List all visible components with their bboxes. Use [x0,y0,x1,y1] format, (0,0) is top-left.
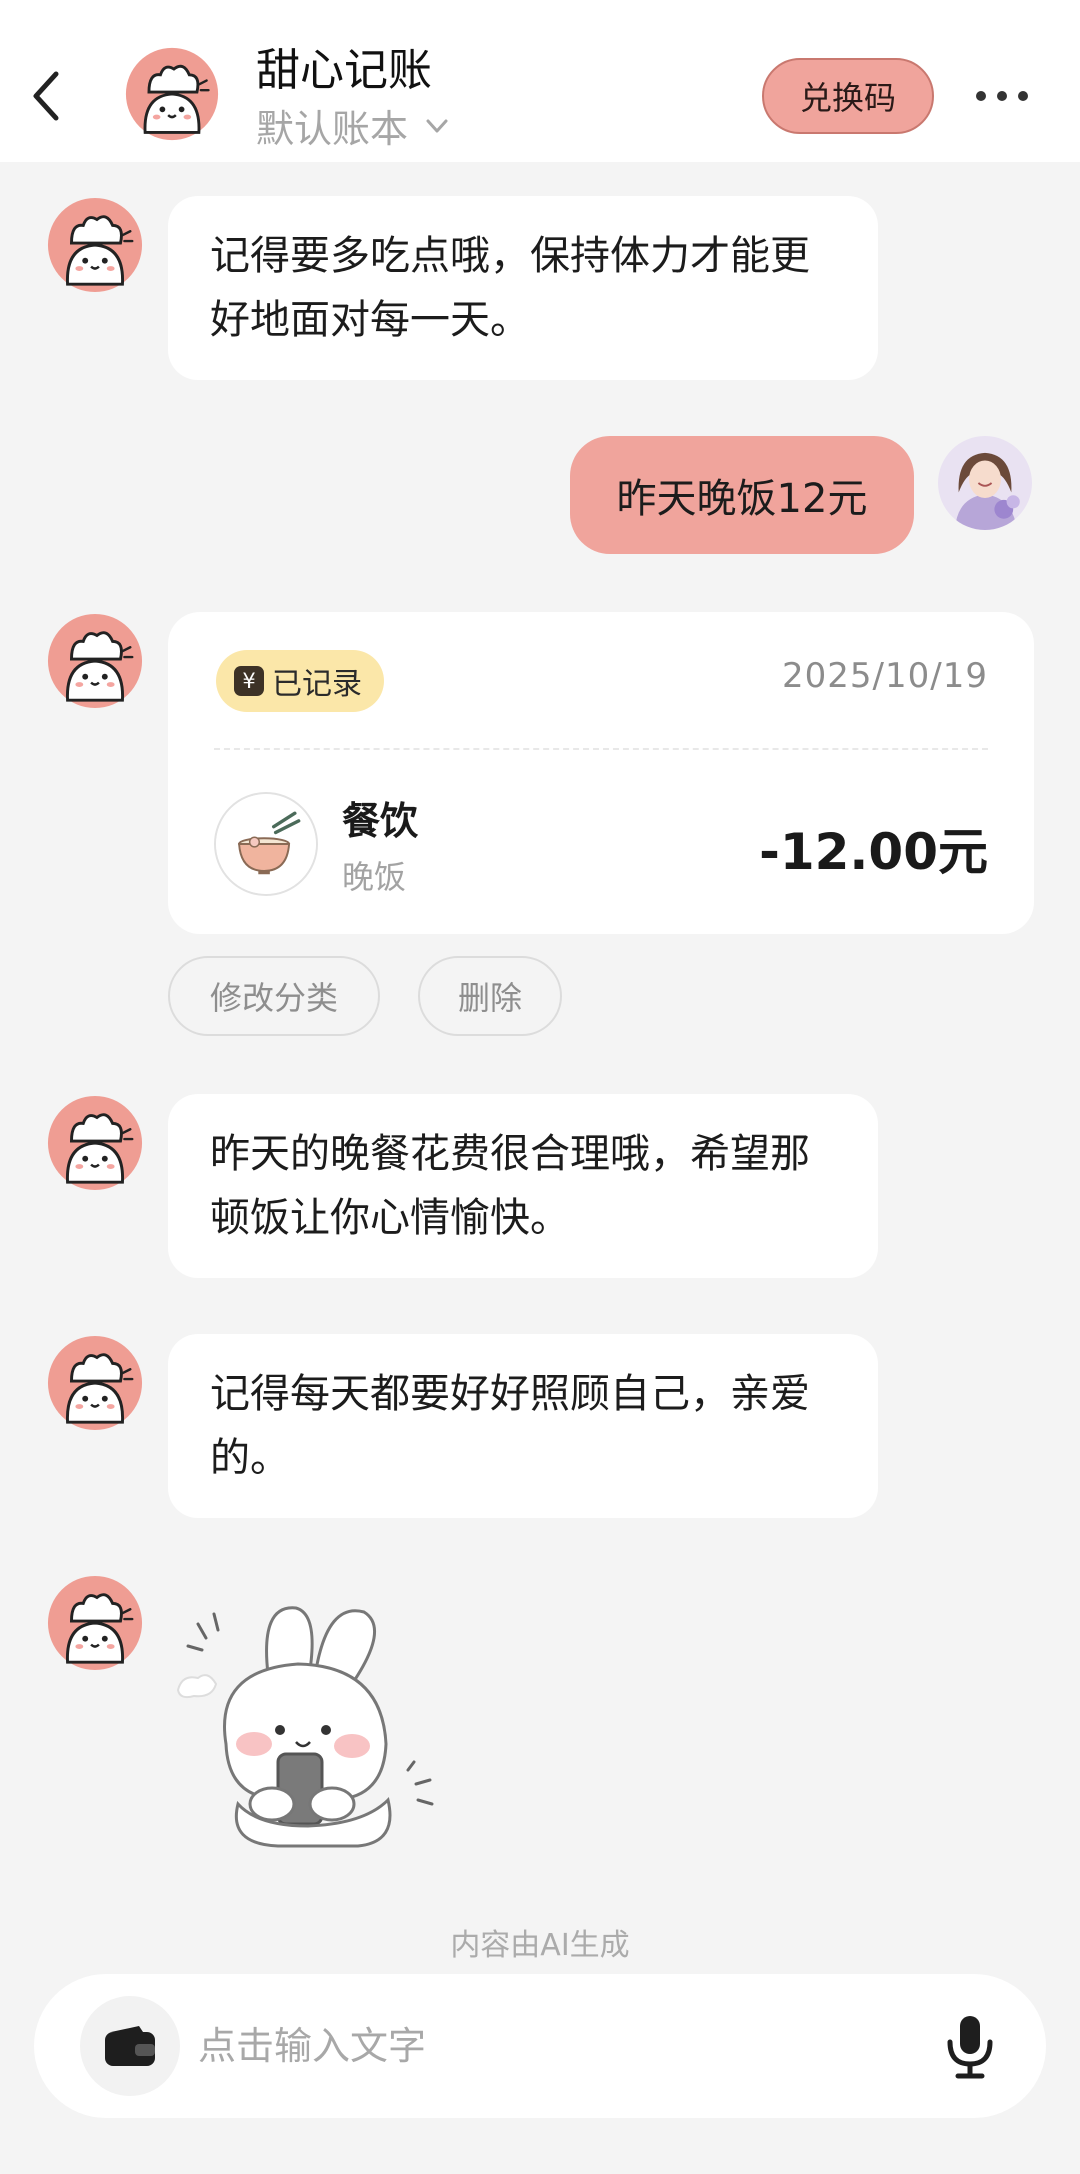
chef-mascot-icon [47,1335,143,1431]
noodle-bowl-icon [214,792,318,896]
chef-mascot-icon [125,47,219,141]
subcategory-name: 晚饭 [342,858,407,896]
microphone-button[interactable] [934,2010,1006,2082]
card-divider [214,748,988,750]
recorded-badge: ¥ 已记录 [216,650,384,712]
change-category-button[interactable]: 修改分类 [168,956,380,1036]
microphone-icon [947,2016,993,2079]
ai-generated-note: 内容由AI生成 [450,1928,630,1963]
app-title: 甜心记账 [256,45,432,96]
more-icon[interactable] [976,76,1028,116]
chevron-left-icon [33,71,59,121]
chef-mascot-icon [47,197,143,293]
wallet-button[interactable] [80,1996,180,2096]
bunny-phone-sticker[interactable] [168,1594,458,1858]
message-input[interactable] [198,2010,898,2082]
back-button[interactable] [22,60,70,132]
chat-header: 甜心记账 默认账本 兑换码 [0,0,1080,162]
chevron-down-icon [426,119,448,132]
yen-icon: ¥ [234,666,264,696]
account-book-selector[interactable]: 默认账本 [256,98,452,153]
record-date: 2025/10/19 [782,656,988,696]
account-book-label: 默认账本 [256,107,409,151]
chef-mascot-icon [47,613,143,709]
bot-message-bubble[interactable]: 昨天的晚餐花费很合理哦，希望那顿饭让你心情愉快。 [168,1094,878,1278]
user-avatar[interactable] [938,436,1032,530]
bot-message-bubble[interactable]: 记得每天都要好好照顾自己，亲爱的。 [168,1334,878,1518]
bot-message-bubble[interactable]: 记得要多吃点哦，保持体力才能更好地面对每一天。 [168,196,878,380]
chef-mascot-icon [47,1575,143,1671]
record-amount: -12.00元 [759,823,988,881]
bot-avatar[interactable] [46,1094,144,1192]
bot-avatar[interactable] [46,196,144,294]
wallet-icon [105,2026,155,2066]
recorded-badge-label: 已记录 [272,667,362,702]
user-photo-icon [938,436,1032,530]
app-avatar[interactable] [124,46,220,142]
bot-avatar[interactable] [46,1334,144,1432]
bot-avatar[interactable] [46,1574,144,1672]
user-message-bubble[interactable]: 昨天晚饭12元 [570,436,914,554]
message-input-bar [34,1974,1046,2118]
redeem-code-button[interactable]: 兑换码 [762,58,934,134]
delete-record-button[interactable]: 删除 [418,956,562,1036]
chef-mascot-icon [47,1095,143,1191]
bot-avatar[interactable] [46,612,144,710]
expense-record-card[interactable]: ¥ 已记录 2025/10/19 餐饮 晚饭 -12.00元 [168,612,1034,934]
bunny-sticker-icon [176,1606,434,1848]
category-name: 餐饮 [342,799,419,843]
